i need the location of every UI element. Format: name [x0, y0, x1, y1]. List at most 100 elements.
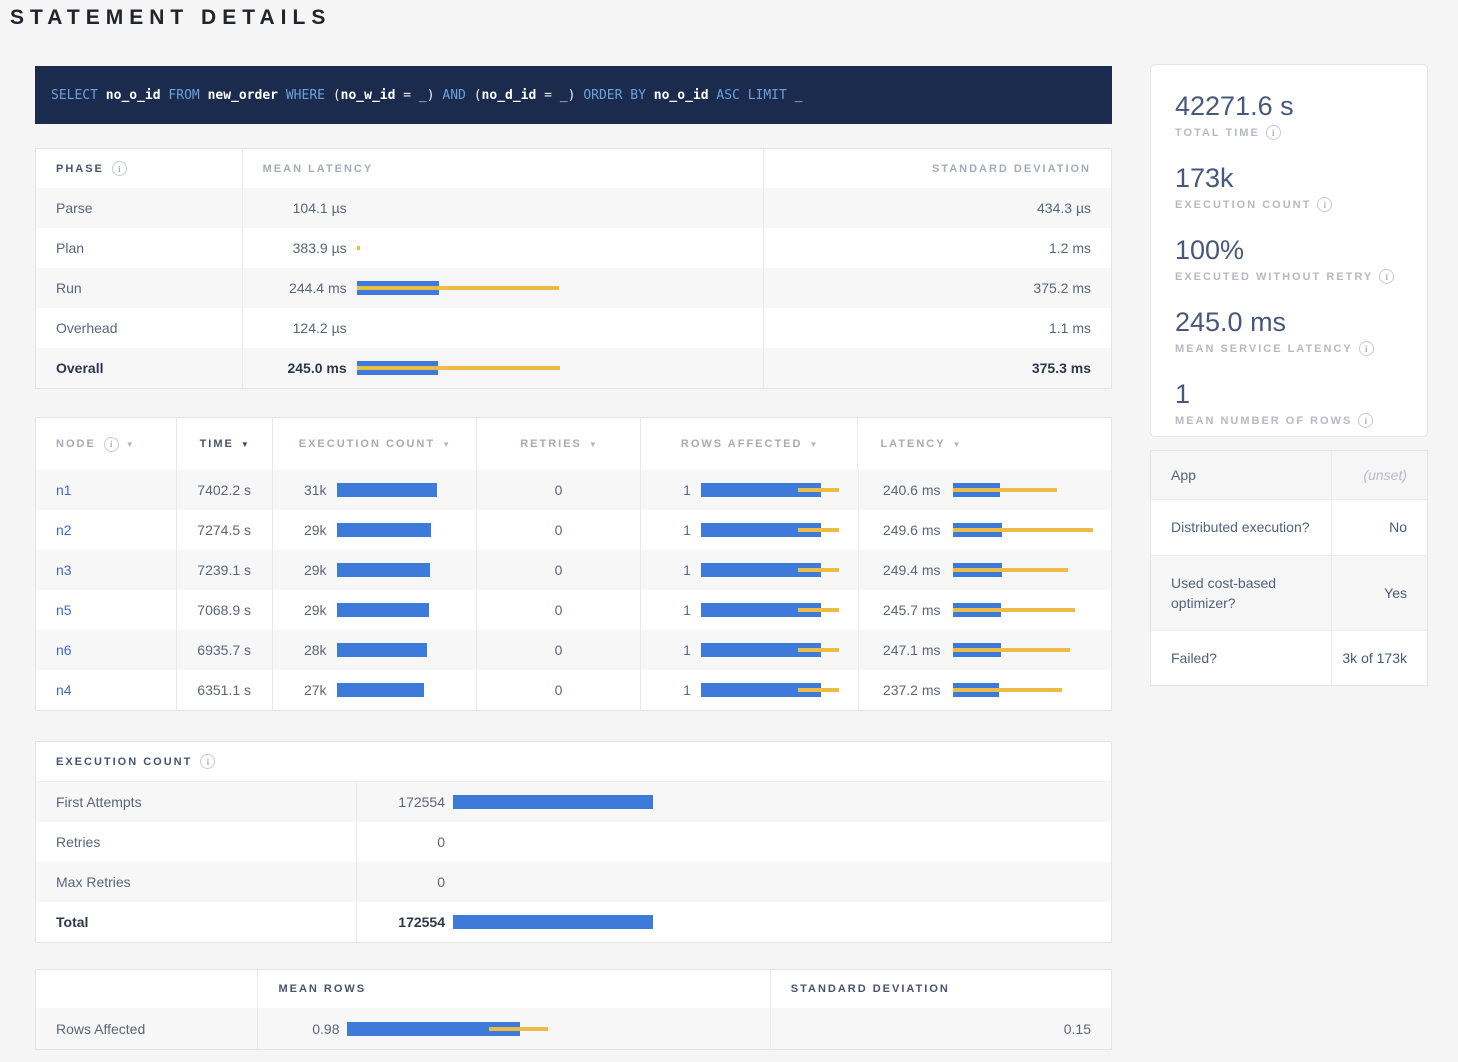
sort-icon[interactable]	[241, 440, 249, 449]
rows-affected-value: 1	[641, 522, 691, 538]
summary-label-text: TOTAL TIME	[1175, 127, 1260, 139]
info-icon[interactable]	[1266, 125, 1281, 140]
exec-count-value: 31k	[273, 482, 327, 498]
latency-value: 249.6 ms	[859, 522, 941, 538]
stddev-bar	[953, 688, 1062, 692]
rows-affected-column-header[interactable]: ROWS AFFECTED	[640, 418, 858, 470]
retries-header-label: RETRIES	[520, 438, 582, 450]
stddev-bar	[953, 528, 1093, 532]
attr-value: Yes	[1331, 556, 1427, 631]
exec-count-bar	[453, 914, 1011, 930]
page-title: STATEMENT DETAILS	[10, 6, 331, 30]
node-column-header[interactable]: NODE	[36, 418, 176, 470]
sort-icon[interactable]	[953, 440, 961, 449]
node-time: 7274.5 s	[176, 510, 272, 550]
summary-value: 100%	[1175, 235, 1403, 266]
node-link[interactable]: n6	[56, 642, 72, 658]
summary-label-text: EXECUTED WITHOUT RETRY	[1175, 271, 1373, 283]
statement-details-page: STATEMENT DETAILS SELECT no_o_id FROM ne…	[0, 0, 1458, 1062]
retries-column-header[interactable]: RETRIES	[476, 418, 640, 470]
attr-row-app: App (unset)	[1151, 451, 1427, 500]
exec-count-value: 29k	[273, 602, 327, 618]
sort-icon[interactable]	[809, 440, 817, 449]
info-icon[interactable]	[1317, 197, 1332, 212]
rows-affected-row: Rows Affected 0.98 0.15	[36, 1008, 1111, 1049]
node-time: 7068.9 s	[176, 590, 272, 630]
attr-label: Used cost-based optimizer?	[1151, 556, 1331, 631]
phase-row-run: Run 244.4 ms 375.2 ms	[36, 268, 1111, 308]
stddev-bar	[953, 568, 1068, 572]
mean-rows-value: 0.98	[278, 1021, 339, 1037]
summary-mean-service-latency: 245.0 ms MEAN SERVICE LATENCY	[1175, 307, 1403, 356]
node-link[interactable]: n3	[56, 562, 72, 578]
node-table-header: NODE TIME EXECUTION COUNT RETRIES	[36, 418, 1111, 470]
node-link[interactable]: n2	[56, 522, 72, 538]
std-dev-value: 1.1 ms	[763, 308, 1111, 348]
execution-count-title: EXECUTION COUNT	[36, 742, 1111, 782]
latency-bar	[357, 200, 763, 216]
info-icon[interactable]	[104, 437, 119, 452]
summary-card: 42271.6 s TOTAL TIME 173k EXECUTION COUN…	[1150, 64, 1428, 437]
node-row: n1 7402.2 s 31k 0 1 240.6 ms	[36, 470, 1111, 510]
sql-punct: = _)	[395, 88, 442, 103]
exec-count-row-total: Total 172554	[36, 902, 1111, 942]
node-time: 6935.7 s	[176, 630, 272, 670]
summary-value: 245.0 ms	[1175, 307, 1403, 338]
summary-label: MEAN NUMBER OF ROWS	[1175, 413, 1403, 428]
exec-count-value: 172554	[357, 794, 445, 810]
exec-count-row: Max Retries 0	[36, 862, 1111, 902]
mean-bar	[337, 483, 437, 497]
latency-bar	[357, 360, 763, 376]
info-icon[interactable]	[200, 754, 215, 769]
sql-keyword: ORDER BY	[583, 88, 653, 103]
execution-count-table: EXECUTION COUNT First Attempts 172554 Re…	[35, 741, 1112, 943]
node-time: 7402.2 s	[176, 470, 272, 510]
node-link[interactable]: n5	[56, 602, 72, 618]
node-link[interactable]: n4	[56, 682, 72, 698]
info-icon[interactable]	[1379, 269, 1394, 284]
mean-bar	[337, 523, 431, 537]
time-header-label: TIME	[200, 438, 234, 450]
node-time: 6351.1 s	[176, 670, 272, 710]
phase-latency-table: PHASE MEAN LATENCY STANDARD DEVIATION Pa…	[35, 148, 1112, 389]
node-time: 7239.1 s	[176, 550, 272, 590]
stddev-bar	[798, 608, 839, 612]
info-icon[interactable]	[112, 161, 127, 176]
sort-icon[interactable]	[589, 440, 597, 449]
sort-icon[interactable]	[126, 440, 134, 449]
sql-punct: = _)	[536, 88, 583, 103]
stddev-bar	[798, 648, 839, 652]
sql-keyword: FROM	[168, 88, 207, 103]
info-icon[interactable]	[1358, 413, 1373, 428]
node-row: n3 7239.1 s 29k 0 1 249.4 ms	[36, 550, 1111, 590]
node-link[interactable]: n1	[56, 482, 72, 498]
latency-bar	[357, 320, 763, 336]
exec-count-bar	[337, 522, 435, 538]
latency-bar	[357, 240, 763, 256]
summary-label-text: MEAN NUMBER OF ROWS	[1175, 415, 1352, 427]
exec-count-bar	[453, 874, 1011, 890]
sort-icon[interactable]	[442, 440, 450, 449]
exec-count-column-header[interactable]: EXECUTION COUNT	[272, 418, 477, 470]
stddev-bar	[357, 286, 559, 290]
node-header-label: NODE	[56, 438, 96, 450]
exec-count-bar	[337, 482, 435, 498]
info-icon[interactable]	[1359, 341, 1374, 356]
exec-count-value: 29k	[273, 562, 327, 578]
latency-column-header[interactable]: LATENCY	[857, 418, 1111, 470]
time-column-header[interactable]: TIME	[176, 418, 272, 470]
latency-bar	[953, 562, 1100, 578]
sql-punct: (	[333, 88, 341, 103]
stddev-bar	[798, 488, 839, 492]
retries-value: 0	[476, 550, 640, 590]
exec-count-row: First Attempts 172554	[36, 782, 1111, 822]
stddev-bar	[953, 648, 1070, 652]
sql-identifier: no_w_id	[341, 88, 396, 103]
summary-label: TOTAL TIME	[1175, 125, 1403, 140]
exec-count-label: First Attempts	[36, 782, 356, 822]
exec-count-value: 0	[357, 874, 445, 890]
phase-label: Run	[36, 268, 242, 308]
exec-count-label: Retries	[36, 822, 356, 862]
phase-row-parse: Parse 104.1 µs 434.3 µs	[36, 188, 1111, 228]
attributes-card: App (unset) Distributed execution? No Us…	[1150, 450, 1428, 686]
